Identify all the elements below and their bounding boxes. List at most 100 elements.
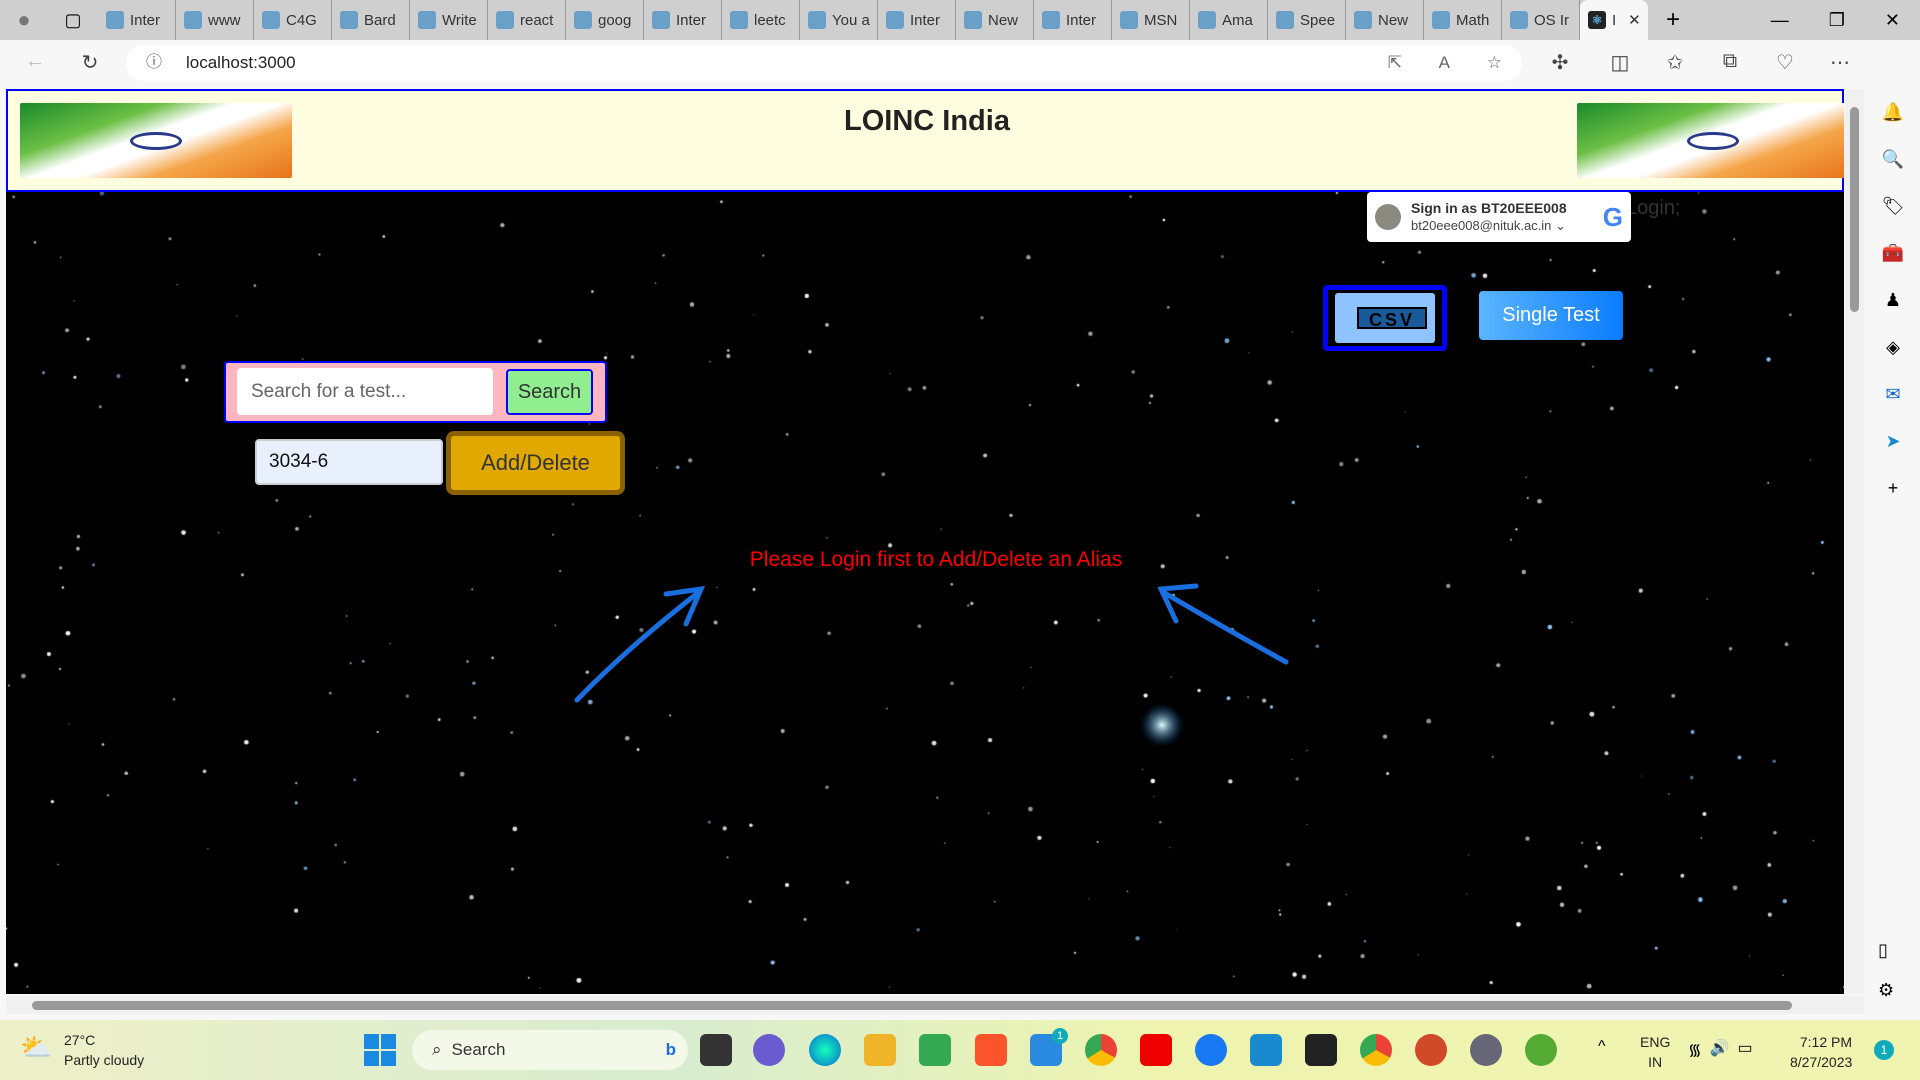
back-icon[interactable]: ← bbox=[20, 50, 50, 73]
address-bar-row: ← ↻ ⓘ localhost:3000 ⇱ A ☆ ✣ ◫ ✩ ⧉ ♡ ⋯ b bbox=[0, 40, 1920, 86]
tab[interactable]: Inter bbox=[98, 0, 176, 40]
tab[interactable]: www bbox=[176, 0, 254, 40]
annotation-arrows bbox=[574, 583, 1289, 703]
stackoverflow-icon bbox=[496, 11, 514, 29]
games-icon[interactable]: ♟ bbox=[1885, 290, 1901, 311]
tab-actions-icon[interactable]: ▢ bbox=[48, 10, 98, 31]
youtube-icon[interactable] bbox=[1140, 1034, 1172, 1066]
settings-app-icon[interactable] bbox=[1470, 1034, 1502, 1066]
file-explorer-icon[interactable] bbox=[864, 1034, 896, 1066]
powerpoint-icon[interactable] bbox=[1415, 1034, 1447, 1066]
amazon-icon bbox=[1198, 11, 1216, 29]
arrow-left-icon bbox=[574, 589, 702, 703]
tab[interactable]: MSN bbox=[1112, 0, 1190, 40]
search-icon[interactable]: 🔍 bbox=[1882, 149, 1904, 170]
extensions-icon[interactable]: ✣ bbox=[1545, 50, 1575, 75]
tab[interactable]: Spee bbox=[1268, 0, 1346, 40]
sidebar-toggle-icon[interactable]: ▯ bbox=[1878, 940, 1888, 961]
tools-icon[interactable]: 🧰 bbox=[1882, 243, 1904, 264]
tab[interactable]: You a bbox=[800, 0, 878, 40]
restore-button[interactable]: ❐ bbox=[1829, 10, 1845, 31]
tab-label: New bbox=[1378, 11, 1409, 29]
react-icon: ⚛ bbox=[1588, 11, 1606, 29]
weather-widget[interactable]: 27°C Partly cloudy bbox=[64, 1030, 144, 1070]
scroll-thumb[interactable] bbox=[1850, 107, 1859, 312]
send-icon[interactable]: ➤ bbox=[1885, 431, 1900, 452]
task-view-icon[interactable] bbox=[700, 1034, 732, 1066]
vscode-icon[interactable] bbox=[1250, 1034, 1282, 1066]
info-icon[interactable]: ⓘ bbox=[146, 45, 162, 81]
tab[interactable]: react bbox=[488, 0, 566, 40]
tab[interactable]: Inter bbox=[1034, 0, 1112, 40]
bing-icon: b bbox=[665, 1040, 676, 1059]
favorites-icon[interactable]: ✩ bbox=[1660, 50, 1690, 75]
vertical-scrollbar[interactable] bbox=[1845, 89, 1864, 994]
health-icon[interactable]: ♡ bbox=[1770, 50, 1800, 75]
tab[interactable]: Ama bbox=[1190, 0, 1268, 40]
bell-icon[interactable]: 🔔 bbox=[1882, 102, 1904, 123]
windows-start-icon[interactable] bbox=[364, 1034, 396, 1066]
language-indicator[interactable]: ENG IN bbox=[1640, 1032, 1670, 1072]
system-tray[interactable]: ᯾ 🔊 ▭ bbox=[1688, 1038, 1753, 1060]
spring-tool-icon[interactable] bbox=[1525, 1034, 1557, 1066]
tab[interactable]: goog bbox=[566, 0, 644, 40]
notification-badge[interactable]: 1 bbox=[1874, 1040, 1894, 1060]
react-devtools-icon[interactable] bbox=[1305, 1034, 1337, 1066]
google-meet-icon[interactable] bbox=[919, 1034, 951, 1066]
tab[interactable]: Inter bbox=[878, 0, 956, 40]
tab[interactable]: Math bbox=[1424, 0, 1502, 40]
arrow-right-icon bbox=[1160, 589, 1289, 665]
chrome-icon[interactable] bbox=[1085, 1034, 1117, 1066]
tab[interactable]: Bard bbox=[332, 0, 410, 40]
add-icon[interactable]: + bbox=[1888, 478, 1899, 499]
taskbar-search[interactable]: ⌕ Search b bbox=[412, 1030, 688, 1070]
tab-label: Ama bbox=[1222, 11, 1253, 29]
minimize-button[interactable]: — bbox=[1771, 10, 1789, 31]
tab-label: Inter bbox=[676, 11, 707, 29]
brave-icon[interactable] bbox=[975, 1034, 1007, 1066]
tab-label: Write bbox=[442, 11, 477, 29]
favorite-star-icon[interactable]: ☆ bbox=[1487, 45, 1502, 81]
lang-2: IN bbox=[1648, 1054, 1663, 1070]
chatgpt-icon bbox=[262, 11, 280, 29]
outlook-icon[interactable]: ✉ bbox=[1885, 384, 1900, 405]
tab[interactable]: leetc bbox=[722, 0, 800, 40]
collections-icon[interactable]: ⧉ bbox=[1715, 50, 1745, 73]
refresh-icon[interactable]: ↻ bbox=[75, 50, 105, 75]
profile-icon[interactable]: ● bbox=[0, 7, 48, 33]
clock[interactable]: 7:12 PM 8/27/2023 bbox=[1790, 1032, 1852, 1072]
url-input[interactable]: ⓘ localhost:3000 ⇱ A ☆ bbox=[126, 45, 1522, 81]
tab-label: I bbox=[1612, 11, 1617, 29]
doc-icon bbox=[418, 11, 436, 29]
doc-icon bbox=[184, 11, 202, 29]
settings-icon[interactable]: ⚙ bbox=[1878, 980, 1894, 1001]
tab[interactable]: New bbox=[1346, 0, 1424, 40]
copilot-icon[interactable]: ◈ bbox=[1886, 337, 1900, 358]
facebook-icon[interactable] bbox=[1195, 1034, 1227, 1066]
tab[interactable]: Inter bbox=[644, 0, 722, 40]
s-icon bbox=[886, 11, 904, 29]
mail-icon[interactable]: 1 bbox=[1030, 1028, 1068, 1066]
tab[interactable]: OS Ir bbox=[1502, 0, 1580, 40]
tab-list: Inter www C4G Bard Write react goog Inter leetc Y… bbox=[98, 0, 1580, 40]
tab-label: www bbox=[208, 11, 241, 29]
read-aloud-icon[interactable]: A bbox=[1439, 45, 1450, 81]
open-app-icon[interactable]: ⇱ bbox=[1388, 45, 1402, 81]
edge-icon[interactable] bbox=[809, 1034, 841, 1066]
tab[interactable]: C4G bbox=[254, 0, 332, 40]
close-tab-icon[interactable]: ✕ bbox=[1628, 11, 1641, 29]
new-tab-button[interactable]: + bbox=[1648, 6, 1698, 34]
chrome-profile-icon[interactable] bbox=[1360, 1034, 1392, 1066]
tab-active[interactable]: ⚛ I ✕ bbox=[1580, 0, 1648, 40]
scroll-thumb[interactable] bbox=[32, 1001, 1792, 1010]
tab-label: Bard bbox=[364, 11, 396, 29]
tab[interactable]: New bbox=[956, 0, 1034, 40]
shopping-tag-icon[interactable]: 🏷 bbox=[1882, 196, 1905, 217]
horizontal-scrollbar[interactable] bbox=[6, 996, 1864, 1014]
chevron-up-icon[interactable]: ^ bbox=[1598, 1038, 1606, 1056]
tab[interactable]: Write bbox=[410, 0, 488, 40]
split-screen-icon[interactable]: ◫ bbox=[1605, 50, 1635, 75]
teams-icon[interactable] bbox=[753, 1034, 785, 1066]
more-menu-icon[interactable]: ⋯ bbox=[1825, 50, 1855, 75]
close-window-button[interactable]: ✕ bbox=[1885, 10, 1900, 31]
